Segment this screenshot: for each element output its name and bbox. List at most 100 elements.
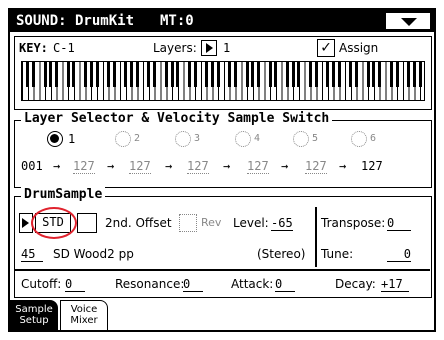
layer-radio-4[interactable] (235, 131, 251, 147)
layer-radio-1[interactable] (47, 131, 63, 147)
layer-radio-3[interactable] (175, 131, 191, 147)
level-value[interactable]: -65 (271, 216, 293, 231)
key-value[interactable]: C-1 (53, 41, 75, 55)
black-key[interactable] (112, 62, 116, 87)
layer-radio-2[interactable] (115, 131, 131, 147)
black-key[interactable] (66, 62, 70, 87)
tab-sample-setup[interactable]: Sample Setup (10, 300, 58, 330)
black-key[interactable] (210, 62, 214, 87)
black-key[interactable] (216, 62, 220, 87)
black-key[interactable] (233, 62, 237, 87)
black-key[interactable] (314, 62, 318, 87)
black-key[interactable] (251, 62, 255, 87)
sample-number[interactable]: 45 (21, 247, 43, 262)
black-key[interactable] (55, 62, 59, 87)
layer-label-6: 6 (370, 133, 377, 144)
velocity-split-5[interactable]: 127 (305, 159, 327, 174)
black-key[interactable] (107, 62, 111, 87)
black-key[interactable] (130, 62, 134, 87)
page-menu-button[interactable] (386, 13, 430, 29)
black-key[interactable] (297, 62, 301, 87)
black-key[interactable] (378, 62, 382, 87)
layer-selector-panel: Layer Selector & Velocity Sample Switch … (14, 111, 432, 188)
black-key[interactable] (187, 62, 191, 87)
rev-label: Rev (201, 216, 222, 229)
black-key[interactable] (49, 62, 53, 87)
black-key[interactable] (32, 62, 36, 87)
keyboard[interactable] (21, 61, 425, 101)
velocity-split-3[interactable]: 127 (187, 159, 209, 174)
transpose-value[interactable]: 0 (387, 216, 411, 231)
black-key[interactable] (332, 62, 336, 87)
title-bar: SOUND: DrumKit MT:0 (10, 10, 434, 32)
black-key[interactable] (366, 62, 370, 87)
velocity-split-4[interactable]: 127 (247, 159, 269, 174)
layer-label-2: 2 (134, 133, 141, 144)
black-key[interactable] (245, 62, 249, 87)
black-key[interactable] (135, 62, 139, 87)
black-key[interactable] (355, 62, 359, 87)
black-key[interactable] (257, 62, 261, 87)
black-key[interactable] (193, 62, 197, 87)
velocity-arrow-3: → (165, 159, 173, 173)
layer-radio-5[interactable] (293, 131, 309, 147)
offset-checkbox[interactable] (179, 214, 197, 232)
black-key[interactable] (326, 62, 330, 87)
black-key[interactable] (337, 62, 341, 87)
layer-radio-6[interactable] (351, 131, 367, 147)
cutoff-label: Cutoff: (21, 277, 62, 291)
layer-label-1: 1 (68, 132, 76, 146)
black-key[interactable] (268, 62, 272, 87)
black-key[interactable] (228, 62, 232, 87)
sample-name[interactable]: SD Wood2 pp (53, 247, 134, 261)
stereo-indicator: (Stereo) (257, 247, 306, 261)
black-key[interactable] (407, 62, 411, 87)
black-key[interactable] (170, 62, 174, 87)
tune-label: Tune: (321, 247, 354, 261)
black-key[interactable] (285, 62, 289, 87)
black-key[interactable] (72, 62, 76, 87)
black-key[interactable] (147, 62, 151, 87)
decay-value[interactable]: +17 (381, 277, 409, 292)
assign-checkbox[interactable]: ✓ (317, 39, 335, 57)
black-key[interactable] (372, 62, 376, 87)
black-key[interactable] (26, 62, 30, 87)
velocity-arrow-6: → (339, 159, 347, 173)
black-key[interactable] (412, 62, 416, 87)
black-key[interactable] (389, 62, 393, 87)
black-key[interactable] (83, 62, 87, 87)
tune-value[interactable]: 0 (387, 247, 411, 262)
cutoff-value[interactable]: 0 (65, 277, 85, 292)
layer-label-5: 5 (312, 133, 319, 144)
black-key[interactable] (43, 62, 47, 87)
resonance-label: Resonance: (115, 277, 185, 291)
tab-voice-mixer-line1: Voice (70, 304, 98, 315)
black-key[interactable] (418, 62, 422, 87)
resonance-value[interactable]: 0 (183, 277, 203, 292)
black-key[interactable] (124, 62, 128, 87)
layers-play-button[interactable] (201, 40, 217, 56)
black-key[interactable] (95, 62, 99, 87)
velocity-end: 127 (361, 159, 383, 173)
velocity-arrow-4: → (223, 159, 231, 173)
tab-voice-mixer[interactable]: Voice Mixer (60, 300, 108, 330)
black-key[interactable] (291, 62, 295, 87)
transpose-label: Transpose: (321, 216, 386, 230)
synth-screen: SOUND: DrumKit MT:0 KEY: C-1 Layers: 1 ✓… (8, 8, 436, 332)
velocity-split-2[interactable]: 127 (129, 159, 151, 174)
black-key[interactable] (205, 62, 209, 87)
black-key[interactable] (164, 62, 168, 87)
black-key[interactable] (153, 62, 157, 87)
black-key[interactable] (274, 62, 278, 87)
black-key[interactable] (176, 62, 180, 87)
layers-value[interactable]: 1 (223, 41, 230, 55)
attack-value[interactable]: 0 (275, 277, 295, 292)
drum-section-title: DrumSample (21, 187, 106, 202)
black-key[interactable] (349, 62, 353, 87)
sample-edit-button[interactable] (77, 213, 97, 233)
black-key[interactable] (309, 62, 312, 87)
velocity-split-1[interactable]: 127 (73, 159, 95, 174)
black-key[interactable] (395, 62, 399, 87)
black-key[interactable] (89, 62, 93, 87)
layers-label: Layers: (153, 41, 197, 55)
